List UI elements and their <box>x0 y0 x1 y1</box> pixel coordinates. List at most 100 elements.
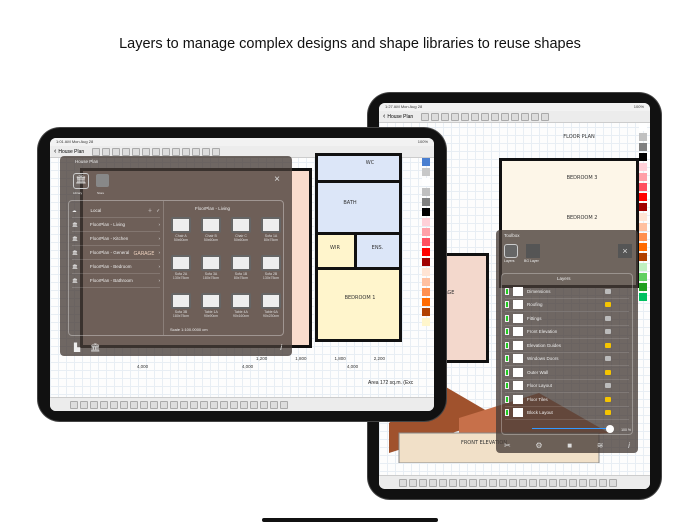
color-swatch[interactable] <box>422 298 430 306</box>
color-swatch[interactable] <box>422 248 430 256</box>
tool-button[interactable] <box>142 147 151 156</box>
tool-button[interactable] <box>150 400 158 409</box>
layer-row[interactable]: Floor Layout <box>505 380 629 393</box>
layer-row[interactable]: Fittings <box>505 312 629 326</box>
tool-button[interactable] <box>529 478 537 487</box>
color-swatch[interactable] <box>639 163 647 171</box>
tool-button[interactable] <box>220 400 228 409</box>
color-swatch[interactable] <box>422 278 430 286</box>
color-swatch[interactable] <box>639 183 647 191</box>
color-swatch[interactable] <box>422 158 430 166</box>
color-swatch[interactable] <box>639 223 647 231</box>
shape-item[interactable]: Sofa 3A 180x75cm <box>199 255 223 280</box>
tool-button[interactable] <box>459 478 467 487</box>
tab-store[interactable] <box>96 174 109 187</box>
tool-button[interactable] <box>499 478 507 487</box>
cloud-icon[interactable]: ☁ <box>72 208 77 214</box>
tool-button[interactable] <box>200 400 208 409</box>
color-swatch[interactable] <box>639 123 647 131</box>
layer-row[interactable]: Roofing <box>505 299 629 312</box>
grid-button[interactable] <box>481 112 490 121</box>
color-swatch[interactable] <box>639 233 647 241</box>
zoom-out-button[interactable] <box>511 112 520 121</box>
tab-layers[interactable] <box>504 244 518 258</box>
zoom-fit-button[interactable] <box>531 112 540 121</box>
shape-item[interactable]: Sofa 2B 130x75cm <box>259 255 283 280</box>
shape-item[interactable]: Table 6A 90x230cm <box>259 293 283 318</box>
visibility-toggle[interactable] <box>505 287 509 295</box>
lock-icon[interactable] <box>605 383 611 389</box>
doc-title[interactable]: House Plan <box>387 114 413 120</box>
layers-icon[interactable]: ≋ <box>597 441 604 450</box>
color-swatch[interactable] <box>422 228 430 236</box>
tool-button[interactable] <box>439 478 447 487</box>
shape-item[interactable]: Sofa 2A 130x75cm <box>169 255 193 280</box>
tool-button[interactable] <box>491 112 500 121</box>
layer-row[interactable]: Windows Doors <box>505 353 629 366</box>
tool-button[interactable] <box>230 400 238 409</box>
add-icon[interactable]: ＋ <box>148 208 153 214</box>
visibility-toggle[interactable] <box>505 395 509 403</box>
visibility-toggle[interactable] <box>505 355 509 363</box>
tool-button[interactable] <box>559 478 567 487</box>
tool-button[interactable] <box>130 400 138 409</box>
tool-button[interactable] <box>140 400 148 409</box>
color-swatch[interactable] <box>422 198 430 206</box>
tool-button[interactable] <box>539 478 547 487</box>
tool-button[interactable] <box>479 478 487 487</box>
tool-button[interactable] <box>421 112 430 121</box>
tab-bg-layer[interactable] <box>526 244 540 258</box>
redo-button[interactable] <box>132 147 141 156</box>
gear-icon[interactable]: ⚙ <box>535 441 542 450</box>
tool-button[interactable] <box>471 112 480 121</box>
color-swatch[interactable] <box>422 178 430 186</box>
zoom-out-button[interactable] <box>182 147 191 156</box>
visibility-toggle[interactable] <box>505 314 509 322</box>
layer-row[interactable]: Dimensions <box>505 285 629 299</box>
zoom-fit-button[interactable] <box>202 147 211 156</box>
check-icon[interactable]: ✓ <box>156 208 160 214</box>
tool-button[interactable] <box>599 478 607 487</box>
visibility-toggle[interactable] <box>505 409 509 417</box>
color-swatch[interactable] <box>639 173 647 181</box>
visibility-toggle[interactable] <box>505 368 509 376</box>
shape-item[interactable]: Table 4A 90x160cm <box>229 293 253 318</box>
lock-icon[interactable] <box>605 369 611 375</box>
color-swatch[interactable] <box>639 203 647 211</box>
color-swatch[interactable] <box>639 283 647 291</box>
color-swatch[interactable] <box>639 253 647 261</box>
lock-icon[interactable] <box>605 410 611 416</box>
tool-button[interactable] <box>589 478 597 487</box>
lock-icon[interactable] <box>605 356 611 362</box>
tool-button[interactable] <box>250 400 258 409</box>
color-swatch[interactable] <box>422 258 430 266</box>
tab-library[interactable]: 🏛 <box>73 173 89 189</box>
layer-row[interactable]: Floor Tiles <box>505 393 629 407</box>
tool-button[interactable] <box>549 478 557 487</box>
color-swatch[interactable] <box>422 208 430 216</box>
tool-button[interactable] <box>210 400 218 409</box>
back-icon[interactable]: ‹ <box>383 113 385 120</box>
shape-item[interactable]: Chair B 50x60cm <box>199 217 223 242</box>
visibility-toggle[interactable] <box>505 328 509 336</box>
zoom-button[interactable] <box>192 147 201 156</box>
color-swatch[interactable] <box>422 238 430 246</box>
tool-button[interactable] <box>609 478 617 487</box>
tool-button[interactable] <box>469 478 477 487</box>
shape-item[interactable]: Chair A 50x60cm <box>169 217 193 242</box>
save-button[interactable] <box>212 147 221 156</box>
tool-button[interactable] <box>92 147 101 156</box>
tool-button[interactable] <box>112 147 121 156</box>
lock-icon[interactable] <box>605 302 611 308</box>
tool-button[interactable] <box>489 478 497 487</box>
tool-button[interactable] <box>160 400 168 409</box>
tool-button[interactable] <box>170 400 178 409</box>
tool-button[interactable] <box>180 400 188 409</box>
zoom-in-button[interactable] <box>172 147 181 156</box>
color-swatch[interactable] <box>639 193 647 201</box>
color-swatch[interactable] <box>422 268 430 276</box>
shape-item[interactable]: Sofa 1B 80x75cm <box>229 255 253 280</box>
shape-item[interactable]: Table 1A 90x90cm <box>199 293 223 318</box>
color-swatch[interactable] <box>422 168 430 176</box>
library-icon[interactable]: 🏛 <box>90 343 100 352</box>
